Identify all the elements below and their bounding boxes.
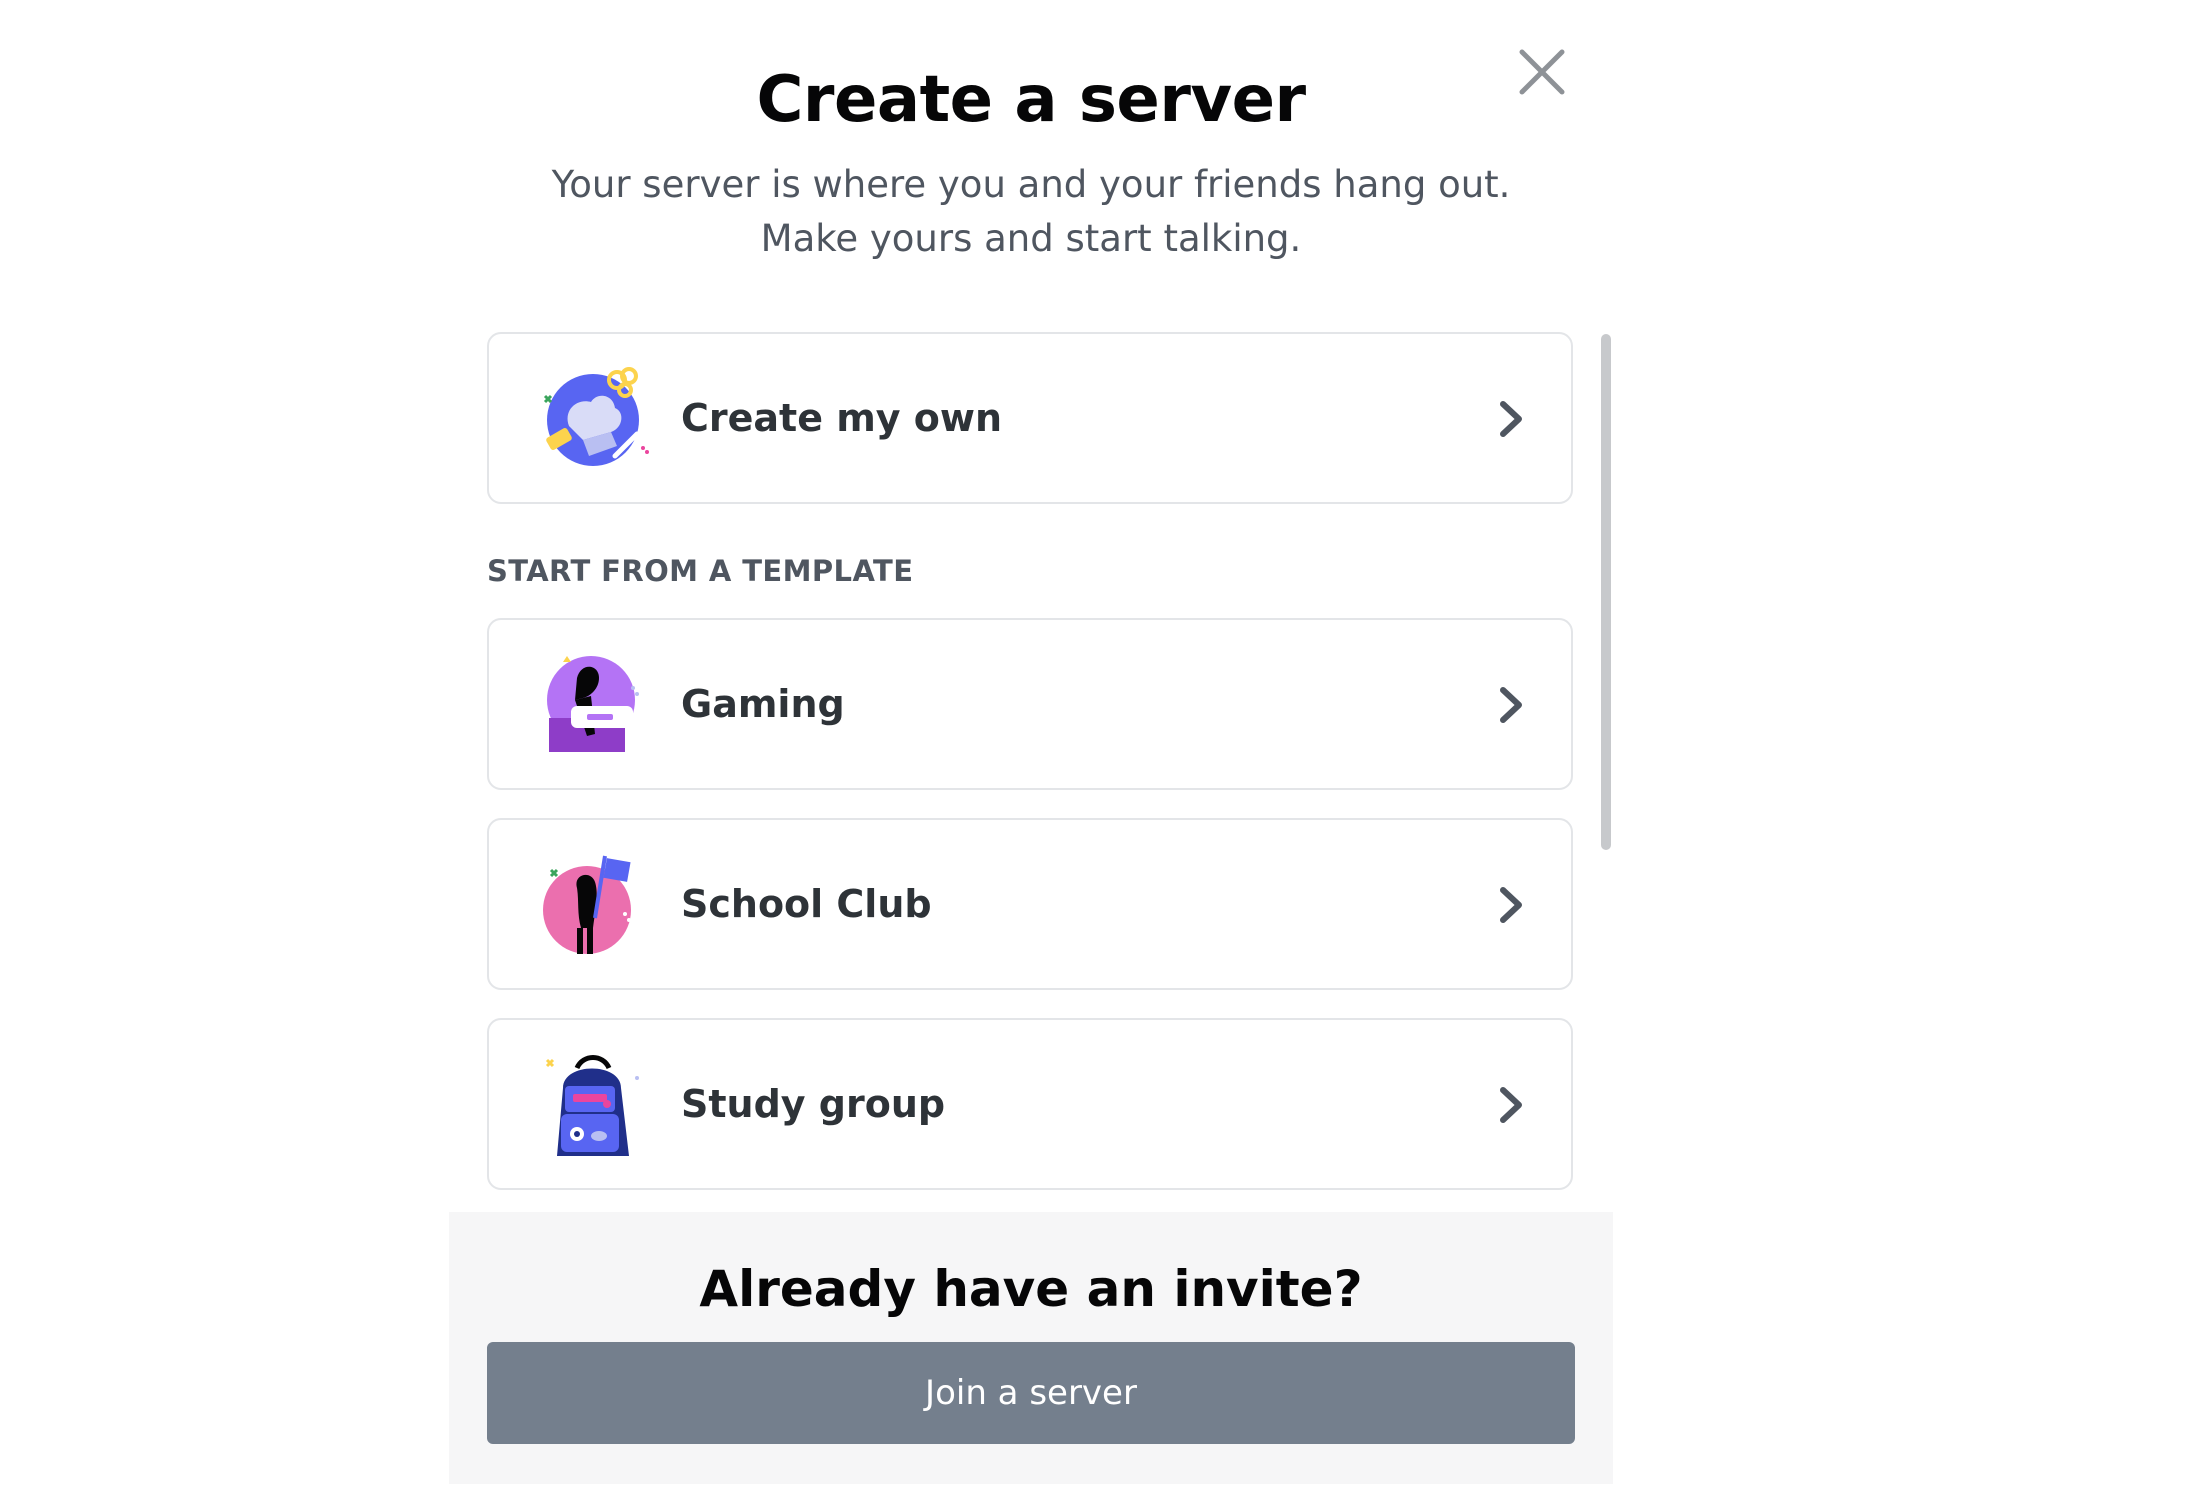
join-server-button[interactable]: Join a server	[487, 1342, 1575, 1444]
modal-title: Create a server	[756, 63, 1306, 137]
chevron-right-icon	[1500, 887, 1522, 923]
create-my-own-label: Create my own	[681, 396, 1003, 440]
school-club-illustration-icon	[543, 855, 631, 954]
invite-footer: Already have an invite? Join a server	[449, 1212, 1613, 1484]
create-server-modal: Create a server Your server is where you…	[449, 0, 1613, 1490]
section-header-templates: START FROM A TEMPLATE	[487, 554, 914, 588]
scrollbar-thumb[interactable]	[1601, 334, 1611, 850]
template-school-club-button[interactable]: School Club	[487, 818, 1573, 990]
chevron-right-icon	[1500, 1087, 1522, 1123]
template-study-group-label: Study group	[681, 1082, 946, 1126]
template-gaming-button[interactable]: Gaming	[487, 618, 1573, 790]
modal-subtitle: Your server is where you and your friend…	[551, 163, 1511, 260]
create-my-own-button[interactable]: Create my own	[487, 332, 1573, 504]
template-study-group-button[interactable]: Study group	[487, 1018, 1573, 1190]
gaming-illustration-icon	[547, 656, 639, 752]
scrollbar[interactable]	[1601, 334, 1611, 850]
study-group-illustration-icon	[545, 1055, 639, 1156]
template-gaming-label: Gaming	[681, 682, 845, 726]
chevron-right-icon	[1500, 687, 1522, 723]
options-scroller[interactable]: Create my own START FROM A TEMPLATE Gami…	[487, 332, 1575, 1212]
template-school-club-label: School Club	[681, 882, 932, 926]
create-own-illustration-icon	[543, 367, 649, 466]
invite-title: Already have an invite?	[699, 1260, 1363, 1318]
chevron-right-icon	[1500, 401, 1522, 437]
